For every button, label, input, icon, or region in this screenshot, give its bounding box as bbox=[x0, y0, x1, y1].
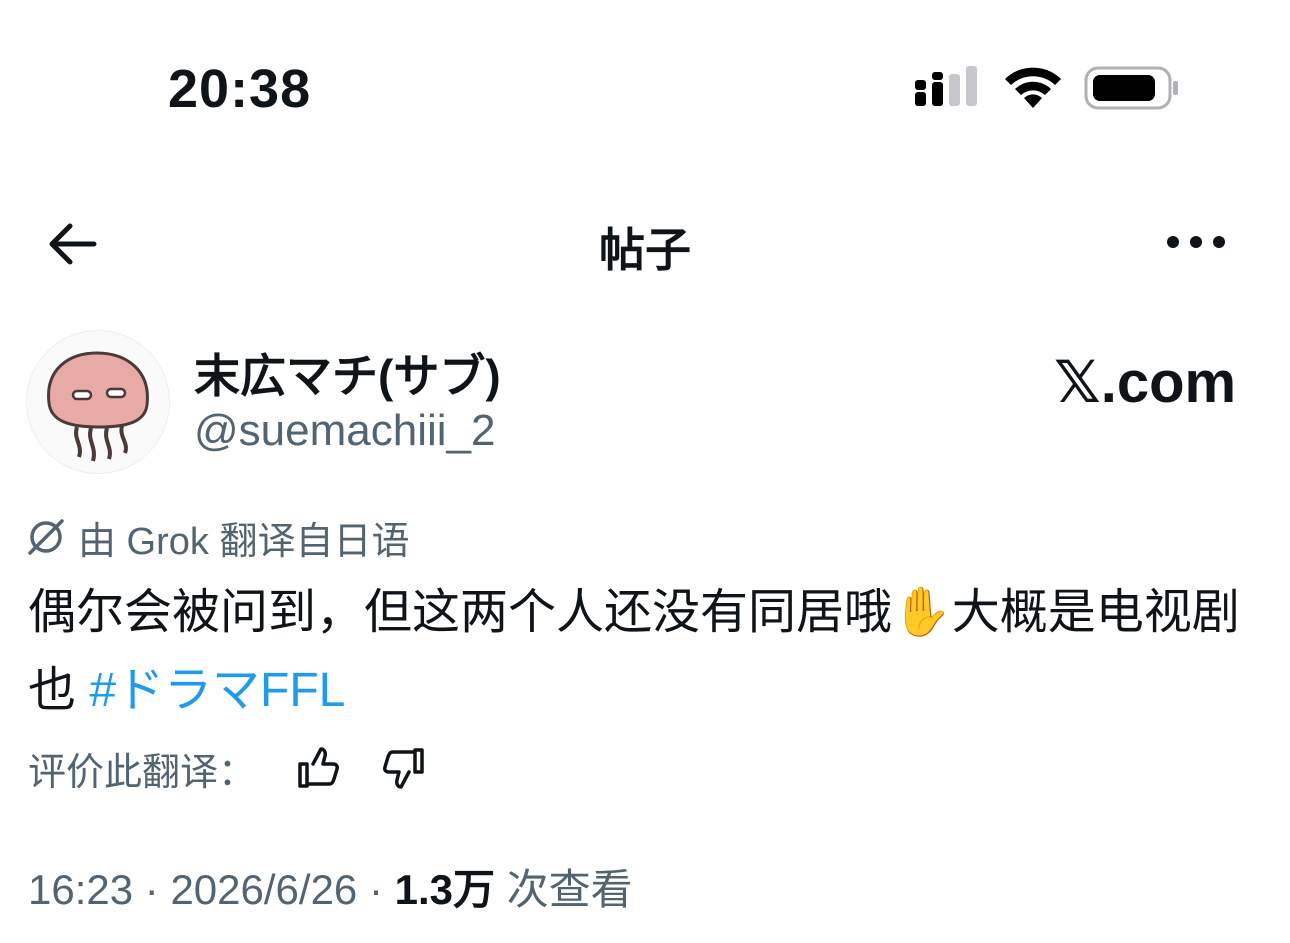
separator: · bbox=[133, 866, 171, 913]
more-horizontal-icon[interactable] bbox=[1164, 226, 1228, 258]
post-time: 16:23 bbox=[28, 866, 134, 913]
author-handle[interactable]: @suemachiii_2 bbox=[194, 406, 495, 456]
author-display-name[interactable]: 末広マチ(サブ) bbox=[194, 340, 501, 406]
separator: · bbox=[357, 866, 395, 913]
post-meta: 16:23 · 2026/6/26 · 1.3万 次查看 bbox=[28, 856, 633, 917]
views-label: 次查看 bbox=[495, 866, 633, 913]
battery-icon bbox=[1084, 66, 1178, 110]
thumbs-up-icon[interactable] bbox=[294, 744, 342, 792]
post-date: 2026/6/26 bbox=[170, 866, 358, 913]
x-logo-domain: .com bbox=[1100, 350, 1237, 415]
status-time: 20:38 bbox=[168, 59, 312, 119]
x-com-logo: 𝕏.com bbox=[1054, 348, 1236, 416]
post-text: 偶尔会被问到，但这两个人还没有同居哦✋大概是电视剧也 #ドラマFFL bbox=[28, 574, 1248, 730]
grok-icon bbox=[28, 519, 64, 555]
page-title: 帖子 bbox=[599, 224, 691, 276]
x-logo-glyph: 𝕏 bbox=[1054, 348, 1101, 416]
wifi-icon bbox=[1005, 67, 1061, 108]
avatar[interactable] bbox=[26, 330, 170, 474]
rate-translation: 评价此翻译： bbox=[28, 740, 428, 796]
rate-label: 评价此翻译： bbox=[28, 751, 257, 794]
views-count[interactable]: 1.3万 bbox=[395, 866, 495, 913]
hashtag-link[interactable]: #ドラマFFL bbox=[89, 664, 345, 717]
translation-note-text: 由 Grok 翻译自日语 bbox=[78, 520, 410, 563]
thumbs-down-icon[interactable] bbox=[380, 744, 428, 792]
cellular-signal-icon bbox=[915, 66, 977, 106]
translation-note: 由 Grok 翻译自日语 bbox=[26, 512, 410, 563]
jellyfish-avatar bbox=[47, 351, 149, 462]
